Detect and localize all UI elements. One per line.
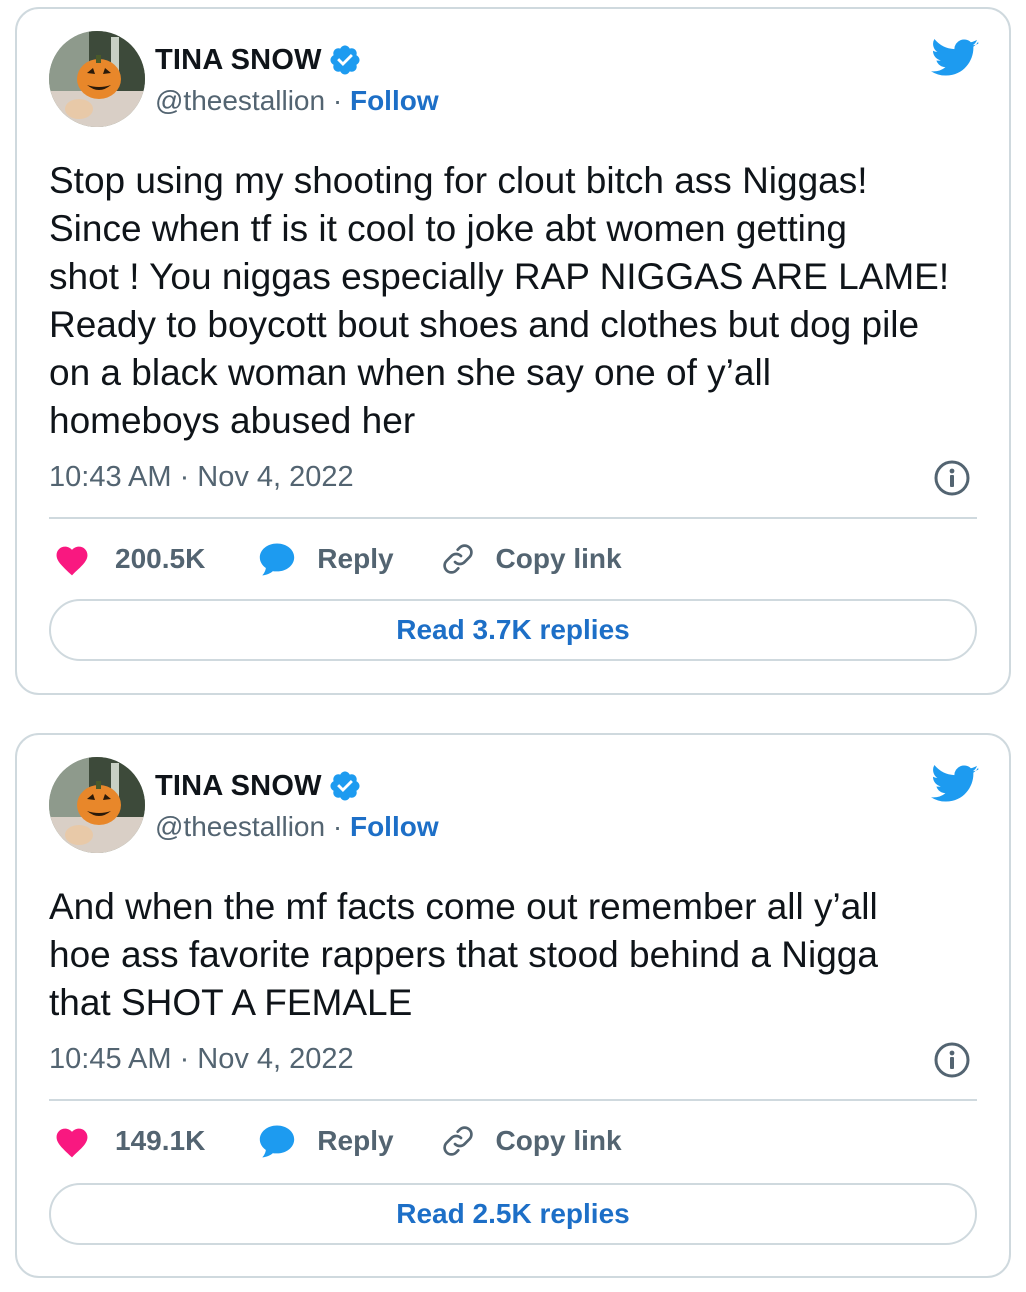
reply-button[interactable]: Reply bbox=[257, 1123, 394, 1159]
author-handle[interactable]: @theestallion bbox=[155, 811, 325, 842]
separator: · bbox=[325, 811, 350, 842]
heart-icon bbox=[56, 546, 88, 576]
twitter-bird-icon[interactable] bbox=[931, 765, 979, 805]
author-handle[interactable]: @theestallion bbox=[155, 85, 325, 116]
divider bbox=[49, 517, 977, 519]
copy-link-label: Copy link bbox=[495, 543, 622, 574]
timestamp[interactable]: 10:45 AM · Nov 4, 2022 bbox=[49, 1043, 354, 1076]
handle-row: @theestallion · Follow bbox=[155, 811, 439, 843]
link-icon bbox=[442, 1126, 473, 1156]
reply-label: Reply bbox=[317, 1125, 394, 1156]
tweet-text: And when the mf facts come out remember … bbox=[49, 886, 878, 1023]
read-replies-button[interactable]: Read 3.7K replies bbox=[49, 599, 977, 661]
twitter-bird-icon[interactable] bbox=[931, 39, 979, 79]
like-count: 149.1K bbox=[115, 1125, 206, 1156]
action-bar: 200.5K Reply Copy link bbox=[53, 537, 622, 581]
divider bbox=[49, 1099, 977, 1101]
reply-bubble-icon bbox=[260, 1125, 295, 1158]
author-row: TINA SNOW bbox=[155, 43, 362, 77]
follow-link[interactable]: Follow bbox=[350, 85, 439, 116]
read-replies-button[interactable]: Read 2.5K replies bbox=[49, 1183, 977, 1245]
tweet-text: Stop using my shooting for clout bitch a… bbox=[49, 160, 950, 441]
like-button[interactable]: 149.1K bbox=[53, 1124, 205, 1158]
info-icon[interactable] bbox=[933, 459, 971, 497]
info-icon[interactable] bbox=[933, 1041, 971, 1079]
author-row: TINA SNOW bbox=[155, 769, 362, 803]
verified-badge-icon bbox=[328, 769, 362, 803]
separator: · bbox=[325, 85, 350, 116]
author-name[interactable]: TINA SNOW bbox=[155, 44, 322, 77]
heart-icon bbox=[56, 1128, 88, 1158]
copy-link-label: Copy link bbox=[495, 1125, 622, 1156]
follow-link[interactable]: Follow bbox=[350, 811, 439, 842]
like-count: 200.5K bbox=[115, 543, 206, 574]
tweet-card-1: TINA SNOW @theestallion · Follow Stop us… bbox=[15, 7, 1011, 695]
reply-bubble-icon bbox=[260, 543, 295, 576]
copy-link-button[interactable]: Copy link bbox=[440, 541, 622, 577]
tweet-card-2: TINA SNOW @theestallion · Follow And whe… bbox=[15, 733, 1011, 1278]
verified-badge-icon bbox=[328, 43, 362, 77]
copy-link-button[interactable]: Copy link bbox=[440, 1123, 622, 1159]
timestamp[interactable]: 10:43 AM · Nov 4, 2022 bbox=[49, 461, 354, 494]
like-button[interactable]: 200.5K bbox=[53, 542, 205, 576]
avatar[interactable] bbox=[49, 31, 145, 127]
reply-label: Reply bbox=[317, 543, 394, 574]
link-icon bbox=[442, 544, 473, 574]
handle-row: @theestallion · Follow bbox=[155, 85, 439, 117]
reply-button[interactable]: Reply bbox=[257, 541, 394, 577]
action-bar: 149.1K Reply Copy link bbox=[53, 1119, 622, 1163]
avatar[interactable] bbox=[49, 757, 145, 853]
author-name[interactable]: TINA SNOW bbox=[155, 770, 322, 803]
